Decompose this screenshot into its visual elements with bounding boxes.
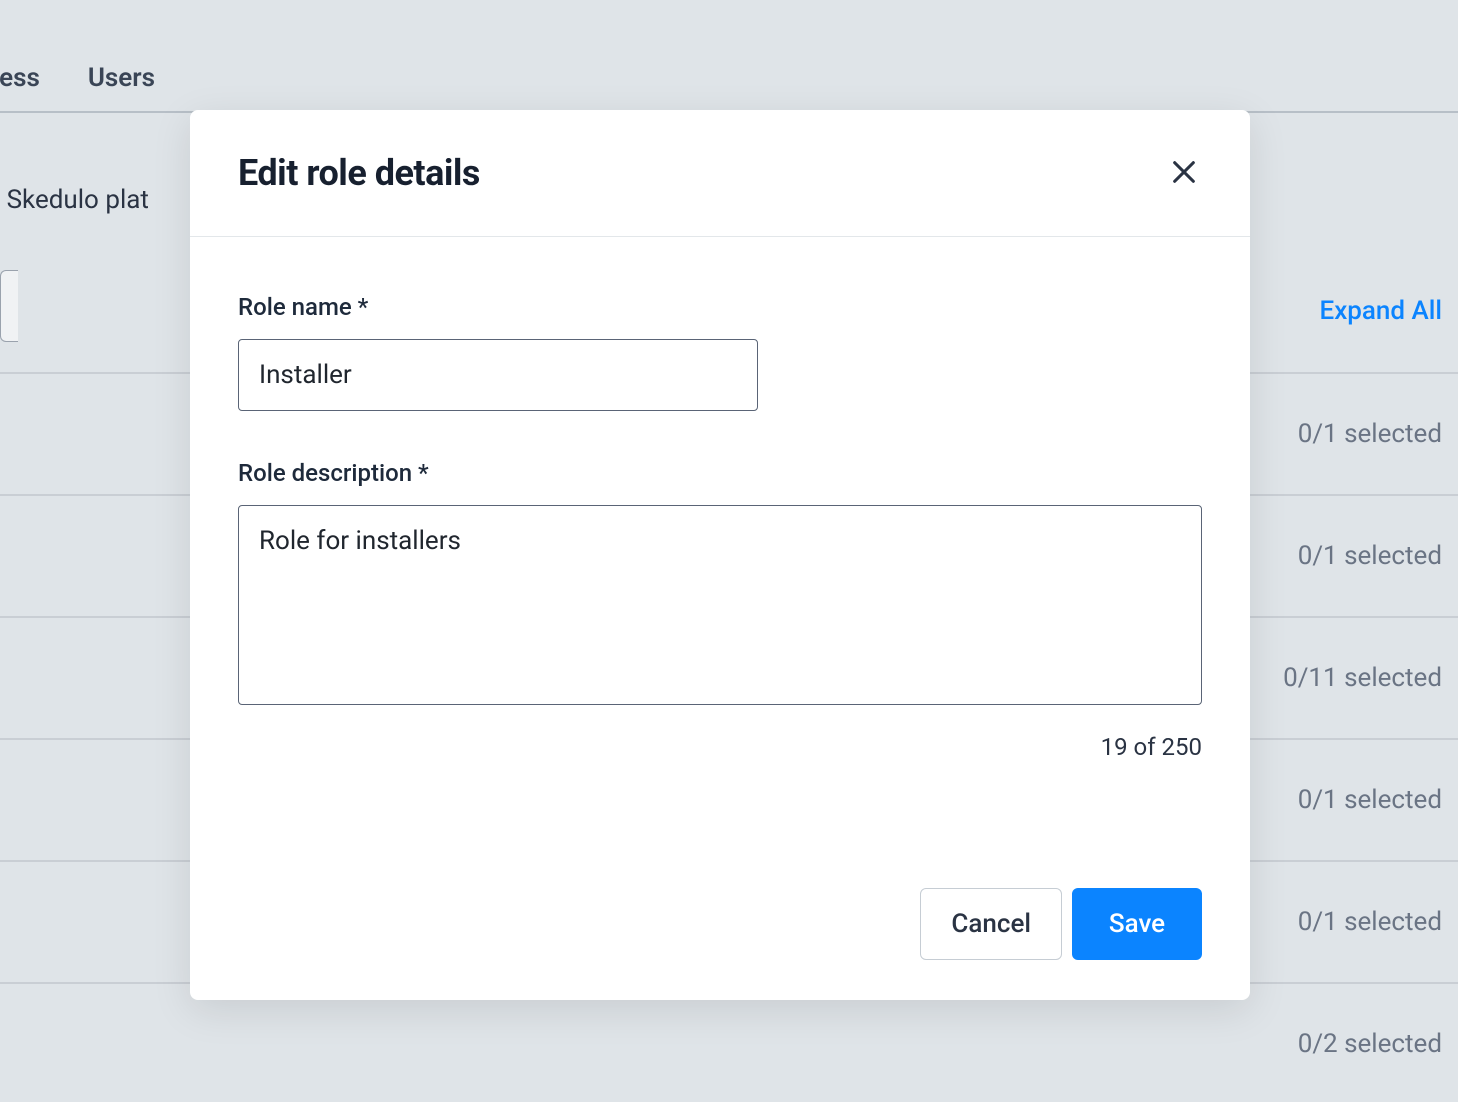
modal-body: Role name * Role description * 19 of 250 xyxy=(190,237,1250,888)
list-item[interactable]: 0/2 selected xyxy=(0,982,1458,1102)
cancel-button[interactable]: Cancel xyxy=(920,888,1062,960)
selected-count: 0/1 selected xyxy=(1298,785,1442,815)
edit-role-modal: Edit role details Role name * Role descr… xyxy=(190,110,1250,1000)
tab-access[interactable]: ccess xyxy=(0,63,40,93)
save-button[interactable]: Save xyxy=(1072,888,1202,960)
close-button[interactable] xyxy=(1166,155,1202,191)
close-icon xyxy=(1170,158,1198,189)
expand-all-link[interactable]: Expand All xyxy=(1320,296,1442,326)
selected-count: 0/1 selected xyxy=(1298,541,1442,571)
selected-count: 0/2 selected xyxy=(1298,1029,1442,1059)
role-description-input[interactable] xyxy=(238,505,1202,705)
page-subtitle: ne Skedulo plat xyxy=(0,185,149,215)
selected-count: 0/1 selected xyxy=(1298,907,1442,937)
role-name-label: Role name * xyxy=(238,293,1202,321)
tab-bar: ccess Users xyxy=(0,45,1458,113)
partial-button[interactable] xyxy=(0,270,18,342)
modal-title: Edit role details xyxy=(238,152,480,194)
modal-footer: Cancel Save xyxy=(190,888,1250,1000)
role-description-label: Role description * xyxy=(238,459,1202,487)
tab-users[interactable]: Users xyxy=(88,63,155,93)
selected-count: 0/1 selected xyxy=(1298,419,1442,449)
role-name-input[interactable] xyxy=(238,339,758,411)
selected-count: 0/11 selected xyxy=(1283,663,1442,693)
char-count: 19 of 250 xyxy=(238,733,1202,761)
modal-header: Edit role details xyxy=(190,110,1250,237)
